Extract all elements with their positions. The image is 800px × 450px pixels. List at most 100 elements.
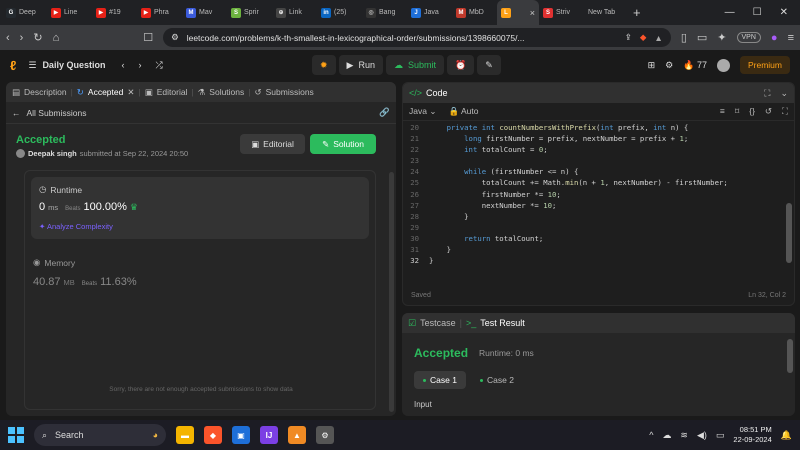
tab-label: Link [289, 9, 302, 16]
browser-tab[interactable]: S Sprir [227, 0, 272, 25]
extensions-icon[interactable]: ✦ [717, 31, 726, 44]
timer-button[interactable]: ⏰ [447, 55, 475, 75]
left-panel-scrollbar[interactable] [389, 172, 394, 412]
menu-icon[interactable]: ≡ [788, 32, 794, 44]
browser-tab[interactable]: New Tab [584, 0, 629, 25]
volume-icon[interactable]: ◀) [697, 430, 707, 441]
browser-tab[interactable]: ▶ #19 [92, 0, 137, 25]
layout-grid-icon[interactable]: ⊞ [648, 60, 656, 71]
format-icon[interactable]: ≡ [720, 106, 725, 117]
auto-mode-toggle[interactable]: 🔒 Auto [448, 106, 478, 117]
leetcode-logo-icon[interactable]: ℓ [10, 58, 16, 73]
solution-button[interactable]: ✎ Solution [310, 134, 376, 154]
reload-icon[interactable]: ↻ [33, 31, 42, 44]
browser-tab[interactable]: in (25) [317, 0, 362, 25]
home-icon[interactable]: ⌂ [53, 32, 60, 44]
sidebar-toggle-icon[interactable]: ▯ [681, 31, 687, 44]
auto-label: Auto [460, 106, 479, 116]
browser-tab-active[interactable]: L × [497, 0, 539, 25]
browser-tab[interactable]: M MbD [452, 0, 497, 25]
browser-tab[interactable]: ▶ Line [47, 0, 92, 25]
tray-chevron-icon[interactable]: ^ [649, 430, 653, 440]
browser-tab[interactable]: ⊕ Link [272, 0, 317, 25]
maximize-window-icon[interactable]: ☐ [753, 7, 762, 18]
tab-editorial[interactable]: Editorial [157, 87, 188, 97]
close-window-icon[interactable]: ✕ [780, 7, 788, 18]
reset-icon[interactable]: ↺ [765, 106, 772, 117]
notification-bell-icon[interactable]: 🔔 [781, 430, 792, 441]
clock[interactable]: 08:51 PM 22-09-2024 [733, 425, 771, 445]
intellij-icon[interactable]: IJ [260, 426, 278, 444]
tab-testcase[interactable]: Testcase [420, 318, 456, 328]
brave-browser-icon[interactable]: ◆ [204, 426, 222, 444]
code-lines[interactable]: 20 private int countNumbersWithPrefix(in… [403, 121, 794, 266]
fullscreen-icon[interactable]: ⛶ [782, 106, 788, 117]
problem-list-button[interactable]: ☰ Daily Question [28, 60, 105, 71]
memory-card[interactable]: ◉ Memory 40.87 MB Beats 11.63% [33, 257, 137, 288]
vlc-icon[interactable]: ▲ [288, 426, 306, 444]
braces-icon[interactable]: {} [749, 106, 755, 117]
debug-button[interactable]: ✹ [312, 55, 336, 75]
new-tab-plus-icon[interactable]: + [633, 5, 641, 20]
vpn-button[interactable]: VPN [736, 32, 761, 43]
minimize-icon[interactable]: — [725, 7, 735, 18]
browser-tab[interactable]: M Mav [182, 0, 227, 25]
case-1-tab[interactable]: Case 1 [414, 371, 466, 389]
taskbar-search[interactable]: ⌕ Search ◕ [34, 424, 166, 446]
leo-ai-icon[interactable]: ● [771, 32, 778, 44]
tab-description[interactable]: Description [24, 87, 67, 97]
code-scrollbar[interactable] [786, 203, 792, 263]
tab-solutions[interactable]: Solutions [209, 87, 244, 97]
premium-button[interactable]: Premium [739, 56, 790, 74]
saved-status: Saved [411, 292, 431, 299]
streak-counter[interactable]: 🔥 77 [683, 60, 707, 71]
file-explorer-icon[interactable]: ▬ [176, 426, 194, 444]
browser-tab[interactable]: G Deep [2, 0, 47, 25]
cloud-icon[interactable]: ☁ [662, 430, 671, 441]
settings-app-icon[interactable]: ⚙ [316, 426, 334, 444]
result-scrollbar[interactable] [787, 339, 793, 373]
user-avatar[interactable] [716, 58, 730, 72]
bookmark-icon[interactable]: ⌑ [735, 106, 739, 117]
site-info-icon[interactable]: ⚙ [171, 32, 179, 43]
close-tab-icon[interactable]: × [530, 8, 535, 18]
share-icon[interactable]: ⇪ [625, 32, 632, 43]
collapse-icon[interactable]: ⌄ [780, 88, 788, 99]
runtime-card[interactable]: ◷ Runtime 0 ms Beats 100.00% ♛ ✦ Analyze… [31, 177, 369, 239]
rewards-icon[interactable]: ▲ [654, 33, 662, 43]
battery-icon[interactable]: ▭ [716, 430, 725, 441]
editorial-button[interactable]: ▣ Editorial [240, 134, 305, 154]
browser-tab[interactable]: ▶ Phra [137, 0, 182, 25]
browser-tab[interactable]: ◎ Bang [362, 0, 407, 25]
line-text: totalCount += Math.min(n + 1, nextNumber… [429, 178, 728, 188]
bookmark-icon[interactable]: ☐ [143, 31, 153, 44]
settings-gear-icon[interactable]: ⚙ [665, 60, 673, 71]
shuffle-icon[interactable]: ⤮ [155, 60, 162, 71]
close-tab-icon[interactable]: ✕ [127, 87, 134, 98]
tab-test-result[interactable]: Test Result [480, 318, 525, 328]
language-select[interactable]: Java ⌄ [409, 106, 436, 117]
forward-arrow-icon[interactable]: › [20, 32, 24, 44]
wifi-icon[interactable]: ≋ [680, 430, 688, 441]
wallet-icon[interactable]: ▭ [697, 31, 707, 44]
notes-button[interactable]: ✎ [477, 55, 501, 75]
next-problem-icon[interactable]: › [138, 60, 141, 70]
terminal-app-icon[interactable]: ▣ [232, 426, 250, 444]
analyze-complexity-link[interactable]: ✦ Analyze Complexity [39, 222, 113, 231]
tab-submissions[interactable]: Submissions [266, 87, 314, 97]
tab-accepted[interactable]: Accepted [88, 87, 123, 97]
all-submissions-link[interactable]: ← All Submissions 🔗 [6, 102, 396, 124]
maximize-icon[interactable]: ⛶ [764, 88, 770, 99]
submit-button[interactable]: ☁ Submit [385, 55, 444, 75]
browser-tab[interactable]: J Java [407, 0, 452, 25]
author-name[interactable]: Deepak singh [28, 149, 77, 158]
browser-tab[interactable]: S Striv [539, 0, 584, 25]
back-arrow-icon[interactable]: ‹ [6, 32, 10, 44]
brave-shield-icon[interactable]: ◆ [640, 32, 647, 43]
case-2-tab[interactable]: Case 2 [480, 371, 514, 389]
url-field[interactable]: ⚙ leetcode.com/problems/k-th-smallest-in… [163, 28, 671, 47]
prev-problem-icon[interactable]: ‹ [121, 60, 124, 70]
share-link-icon[interactable]: 🔗 [379, 107, 390, 118]
run-button[interactable]: ▶ Run [338, 55, 383, 75]
windows-start-icon[interactable] [8, 427, 24, 443]
